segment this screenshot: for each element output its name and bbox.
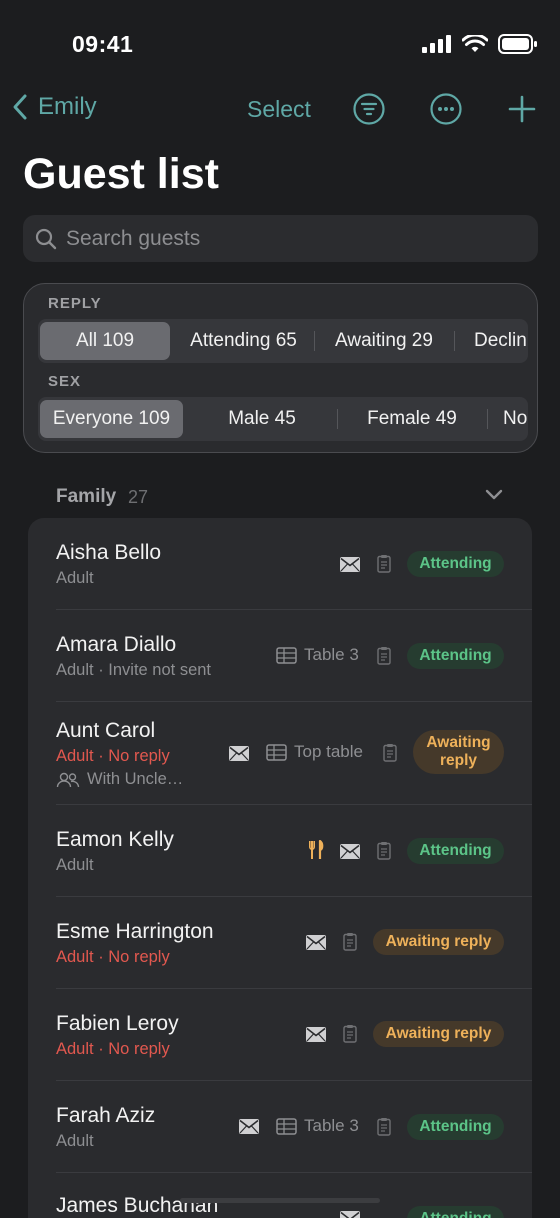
select-button[interactable]: Select (247, 96, 311, 123)
filter-icon[interactable] (352, 92, 386, 126)
sex-option-everyone[interactable]: Everyone 109 (40, 400, 183, 438)
search-input[interactable]: Search guests (23, 215, 538, 262)
guest-name: Amara Diallo (56, 633, 177, 656)
reply-option-declined[interactable]: Declin (456, 322, 528, 360)
plus-one-label: With Uncle… (87, 770, 184, 788)
sex-option-female[interactable]: Female 49 (338, 400, 486, 438)
reply-segmented-control: All 109 Attending 65 Awaiting 29 Declin (38, 319, 528, 363)
status-badge: Attending (407, 838, 504, 864)
envelope-icon (306, 935, 326, 950)
note-icon (377, 647, 391, 665)
status-time: 09:41 (72, 31, 134, 57)
status-badge: Awaiting reply (373, 1021, 504, 1047)
guest-row[interactable]: Amara Diallo Adult · Invite not sent Tab… (28, 610, 532, 702)
guest-row[interactable]: Farah Aziz Adult Table 3 Attending (28, 1081, 532, 1173)
guest-row[interactable]: Aunt Carol Adult · No reply With Uncle… … (28, 702, 532, 804)
sex-filter-label: SEX (48, 373, 82, 390)
envelope-icon (340, 557, 360, 572)
note-icon (377, 555, 391, 573)
envelope-icon (239, 1119, 259, 1134)
section-title[interactable]: Family (56, 486, 116, 508)
status-badge: Attending (407, 1114, 504, 1140)
chevron-down-icon[interactable] (484, 488, 504, 502)
reply-option-attending[interactable]: Attending 65 (175, 322, 312, 360)
note-icon (377, 1118, 391, 1136)
search-icon (35, 228, 57, 249)
guest-name: Esme Harrington (56, 920, 214, 943)
search-placeholder: Search guests (66, 226, 201, 250)
reply-filter-label: REPLY (48, 295, 102, 312)
guest-subtitle: Adult (56, 856, 94, 874)
status-badge: Attending (407, 1206, 504, 1218)
status-badge: Attending (407, 643, 504, 669)
guest-row[interactable]: Eamon Kelly Adult Attending (28, 805, 532, 897)
guest-row[interactable]: Fabien Leroy Adult · No reply Awaiting r… (28, 989, 532, 1081)
guest-row[interactable]: James Buchanan Attending (28, 1173, 532, 1218)
guest-row[interactable]: Esme Harrington Adult · No reply Awaitin… (28, 897, 532, 989)
page-title: Guest list (23, 150, 219, 198)
status-badge: Attending (407, 551, 504, 577)
envelope-icon (340, 1211, 360, 1218)
guest-subtitle: Adult · Invite not sent (56, 661, 212, 679)
sex-segmented-control: Everyone 109 Male 45 Female 49 No (38, 397, 528, 441)
filter-panel: REPLY All 109 Attending 65 Awaiting 29 D… (23, 283, 538, 453)
back-label: Emily (38, 93, 97, 120)
guest-name: Eamon Kelly (56, 828, 174, 851)
sex-option-male[interactable]: Male 45 (188, 400, 336, 438)
table-icon (266, 744, 287, 761)
status-badge: Awaiting reply (413, 730, 504, 774)
back-button[interactable]: Emily (10, 92, 97, 122)
home-indicator (180, 1198, 380, 1203)
signal-icon (422, 35, 451, 53)
people-icon (56, 772, 80, 787)
guest-subtitle: Adult · No reply (56, 1040, 170, 1058)
meal-icon (309, 840, 324, 859)
chevron-left-icon (13, 94, 27, 120)
envelope-icon (306, 1027, 326, 1042)
reply-option-all[interactable]: All 109 (40, 322, 170, 360)
table-label: Table 3 (304, 1116, 359, 1135)
note-icon (383, 744, 397, 762)
guest-subtitle: Adult · No reply (56, 948, 170, 966)
status-icons (422, 34, 538, 54)
guest-name: Fabien Leroy (56, 1012, 179, 1035)
envelope-icon (340, 844, 360, 859)
note-icon (343, 1025, 357, 1043)
envelope-icon (229, 746, 249, 761)
guest-row[interactable]: Aisha Bello Adult Attending (28, 518, 532, 610)
guest-subtitle: Adult (56, 1132, 94, 1150)
guest-subtitle: Adult (56, 569, 94, 587)
add-icon[interactable] (505, 92, 539, 126)
guest-name: Aisha Bello (56, 541, 162, 564)
battery-icon (498, 34, 537, 54)
guest-name: Aunt Carol (56, 719, 156, 742)
guest-list-card: Aisha Bello Adult Attending Amara Diallo… (28, 518, 532, 1218)
plus-one-info: With Uncle… (56, 770, 183, 789)
table-icon (276, 647, 297, 664)
note-icon (343, 933, 357, 951)
section-count: 27 (128, 487, 149, 507)
guest-subtitle: Adult · No reply (56, 747, 170, 765)
status-badge: Awaiting reply (373, 929, 504, 955)
reply-option-awaiting[interactable]: Awaiting 29 (316, 322, 452, 360)
table-label: Table 3 (304, 645, 359, 664)
table-icon (276, 1118, 297, 1135)
table-label: Top table (294, 742, 363, 761)
note-icon (377, 842, 391, 860)
guest-name: Farah Aziz (56, 1104, 156, 1127)
sex-option-not-specified[interactable]: No (488, 400, 528, 438)
more-icon[interactable] (429, 92, 463, 126)
wifi-icon (462, 34, 488, 52)
